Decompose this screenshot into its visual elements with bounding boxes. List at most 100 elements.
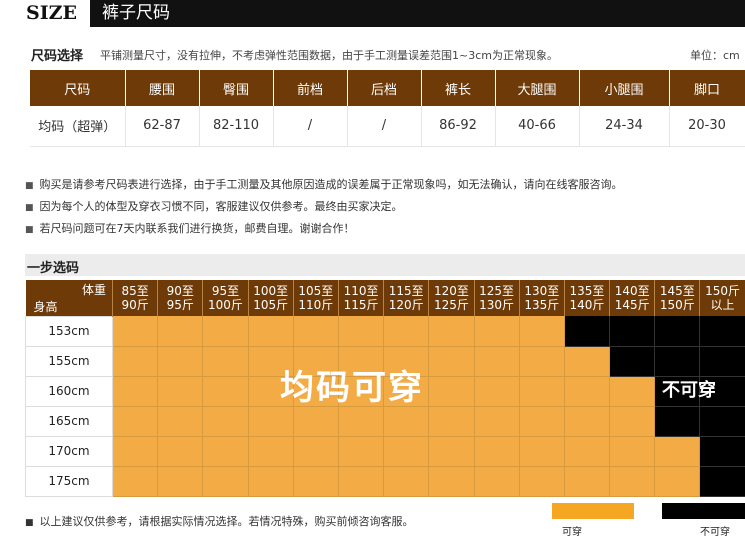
- legend-fit-label: 可穿: [562, 527, 582, 538]
- bullet-icon: ■: [25, 203, 34, 213]
- fit-cell: [157, 376, 204, 407]
- fit-cell: [519, 376, 565, 407]
- weight-range-to: 100斤: [208, 298, 243, 312]
- nofit-cell: [654, 316, 701, 347]
- page-title: 裤子尺码: [90, 0, 745, 27]
- weight-range-to: 125斤: [433, 298, 469, 312]
- col-header: 前档: [273, 70, 348, 106]
- weight-range-from: 120至: [433, 284, 469, 298]
- weight-col-header: 130至 135斤: [519, 280, 565, 316]
- legend-fit-swatch: [552, 503, 634, 519]
- fit-cell: [293, 316, 339, 347]
- weight-col-header: 140至 145斤: [609, 280, 656, 316]
- fit-cell: [474, 466, 520, 497]
- fit-cell: [564, 376, 611, 407]
- weight-range-to: 110斤: [298, 298, 334, 312]
- grid-row: 153cm: [25, 315, 745, 347]
- weight-range-to: 90斤: [121, 298, 149, 312]
- bullet-icon: ■: [25, 181, 34, 191]
- weight-range-to: 140斤: [569, 298, 605, 312]
- weight-range-from: 115至: [388, 284, 424, 298]
- list-item: ■ 因为每个人的体型及穿衣习惯不同，客服建议仅供参考。最终由买家决定。: [25, 198, 623, 220]
- weight-range-from: 140至: [614, 284, 650, 298]
- fit-cell: [112, 376, 159, 407]
- weight-range-from: 145至: [659, 284, 695, 298]
- fit-cell: [157, 346, 204, 377]
- fit-cell: [112, 466, 159, 497]
- table-cell: 86-92: [421, 106, 496, 147]
- fit-cell: [202, 466, 249, 497]
- weight-range-from: 130至: [524, 284, 560, 298]
- fit-cell: [383, 466, 430, 497]
- weight-range-to: 以上: [710, 298, 735, 312]
- fit-cell: [112, 406, 159, 437]
- header-bar: SIZE 裤子尺码: [0, 0, 745, 27]
- weight-col-header: 135至 140斤: [564, 280, 611, 316]
- weight-range-from: 150斤: [705, 284, 740, 298]
- col-header: 臀围: [199, 70, 274, 106]
- fit-cell: [157, 466, 204, 497]
- fit-cell: [654, 466, 701, 497]
- weight-range-to: 120斤: [388, 298, 424, 312]
- weight-col-header: 145至 150斤: [654, 280, 701, 316]
- col-header: 小腿围: [579, 70, 670, 106]
- weight-range-from: 100至: [253, 284, 289, 298]
- weight-col-header: 115至 120斤: [383, 280, 430, 316]
- table-cell: /: [347, 106, 422, 147]
- fit-text: 均码可穿: [280, 368, 424, 408]
- size-label: SIZE: [0, 0, 90, 27]
- nofit-cell: [654, 346, 701, 377]
- fit-cell: [564, 346, 611, 377]
- col-header: 尺码: [30, 70, 126, 106]
- fit-cell: [609, 466, 656, 497]
- fit-cell: [112, 346, 159, 377]
- fit-cell: [519, 316, 565, 347]
- fit-cell: [564, 436, 611, 467]
- fit-cell: [202, 346, 249, 377]
- fit-cell: [202, 436, 249, 467]
- weight-range-from: 110至: [343, 284, 379, 298]
- weight-range-from: 90至: [166, 284, 194, 298]
- nofit-cell: [699, 466, 745, 497]
- weight-col-header: 125至 130斤: [474, 280, 520, 316]
- list-item: ■ 若尺码问题可在7天内联系我们进行换货，邮费自理。谢谢合作！: [25, 220, 623, 242]
- nofit-cell: [609, 316, 656, 347]
- fit-cell: [519, 406, 565, 437]
- fit-cell: [474, 376, 520, 407]
- table-cell: 40-66: [495, 106, 580, 147]
- fit-cell: [474, 436, 520, 467]
- fit-cell: [338, 436, 385, 467]
- fit-cell: [248, 406, 294, 437]
- grid-corner: 体重 身高: [25, 280, 113, 316]
- fit-cell: [248, 436, 294, 467]
- col-header: 脚口: [669, 70, 745, 106]
- nofit-cell: [654, 406, 701, 437]
- footer-note: ■ 以上建议仅供参考，请根据实际情况选择。若情况特殊，购买前倾咨询客服。: [25, 513, 414, 529]
- fit-cell: [293, 466, 339, 497]
- fit-cell: [248, 316, 294, 347]
- height-row-label: 175cm: [25, 465, 113, 497]
- weight-range-from: 125至: [479, 284, 515, 298]
- fit-cell: [338, 316, 385, 347]
- fit-cell: [609, 436, 656, 467]
- notes-list: ■ 购买是请参考尺码表进行选择，由于手工测量及其他原因造成的误差属于正常现象吗，如…: [25, 176, 623, 242]
- footer-note-text: 以上建议仅供参考，请根据实际情况选择。若情况特殊，购买前倾咨询客服。: [39, 515, 414, 528]
- step-title: 一步选码: [27, 261, 80, 276]
- fit-cell: [564, 406, 611, 437]
- nofit-cell: [699, 436, 745, 467]
- legend-nofit-label: 不可穿: [700, 527, 730, 538]
- fit-cell: [654, 436, 701, 467]
- note-text: 因为每个人的体型及穿衣习惯不同，客服建议仅供参考。最终由买家决定。: [39, 200, 403, 213]
- fit-cell: [202, 316, 249, 347]
- weight-range-from: 95至: [211, 284, 240, 298]
- weight-col-header: 120至 125斤: [428, 280, 475, 316]
- step-title-bar: [25, 254, 745, 276]
- weight-range-from: 85至: [121, 284, 149, 298]
- unit-label: 单位：cm: [690, 49, 740, 62]
- weight-col-header: 110至 115斤: [338, 280, 385, 316]
- legend-nofit-swatch: [662, 503, 745, 519]
- fit-cell: [428, 376, 475, 407]
- nofit-text: 不可穿: [662, 380, 716, 401]
- col-header: 裤长: [421, 70, 496, 106]
- nofit-cell: [699, 406, 745, 437]
